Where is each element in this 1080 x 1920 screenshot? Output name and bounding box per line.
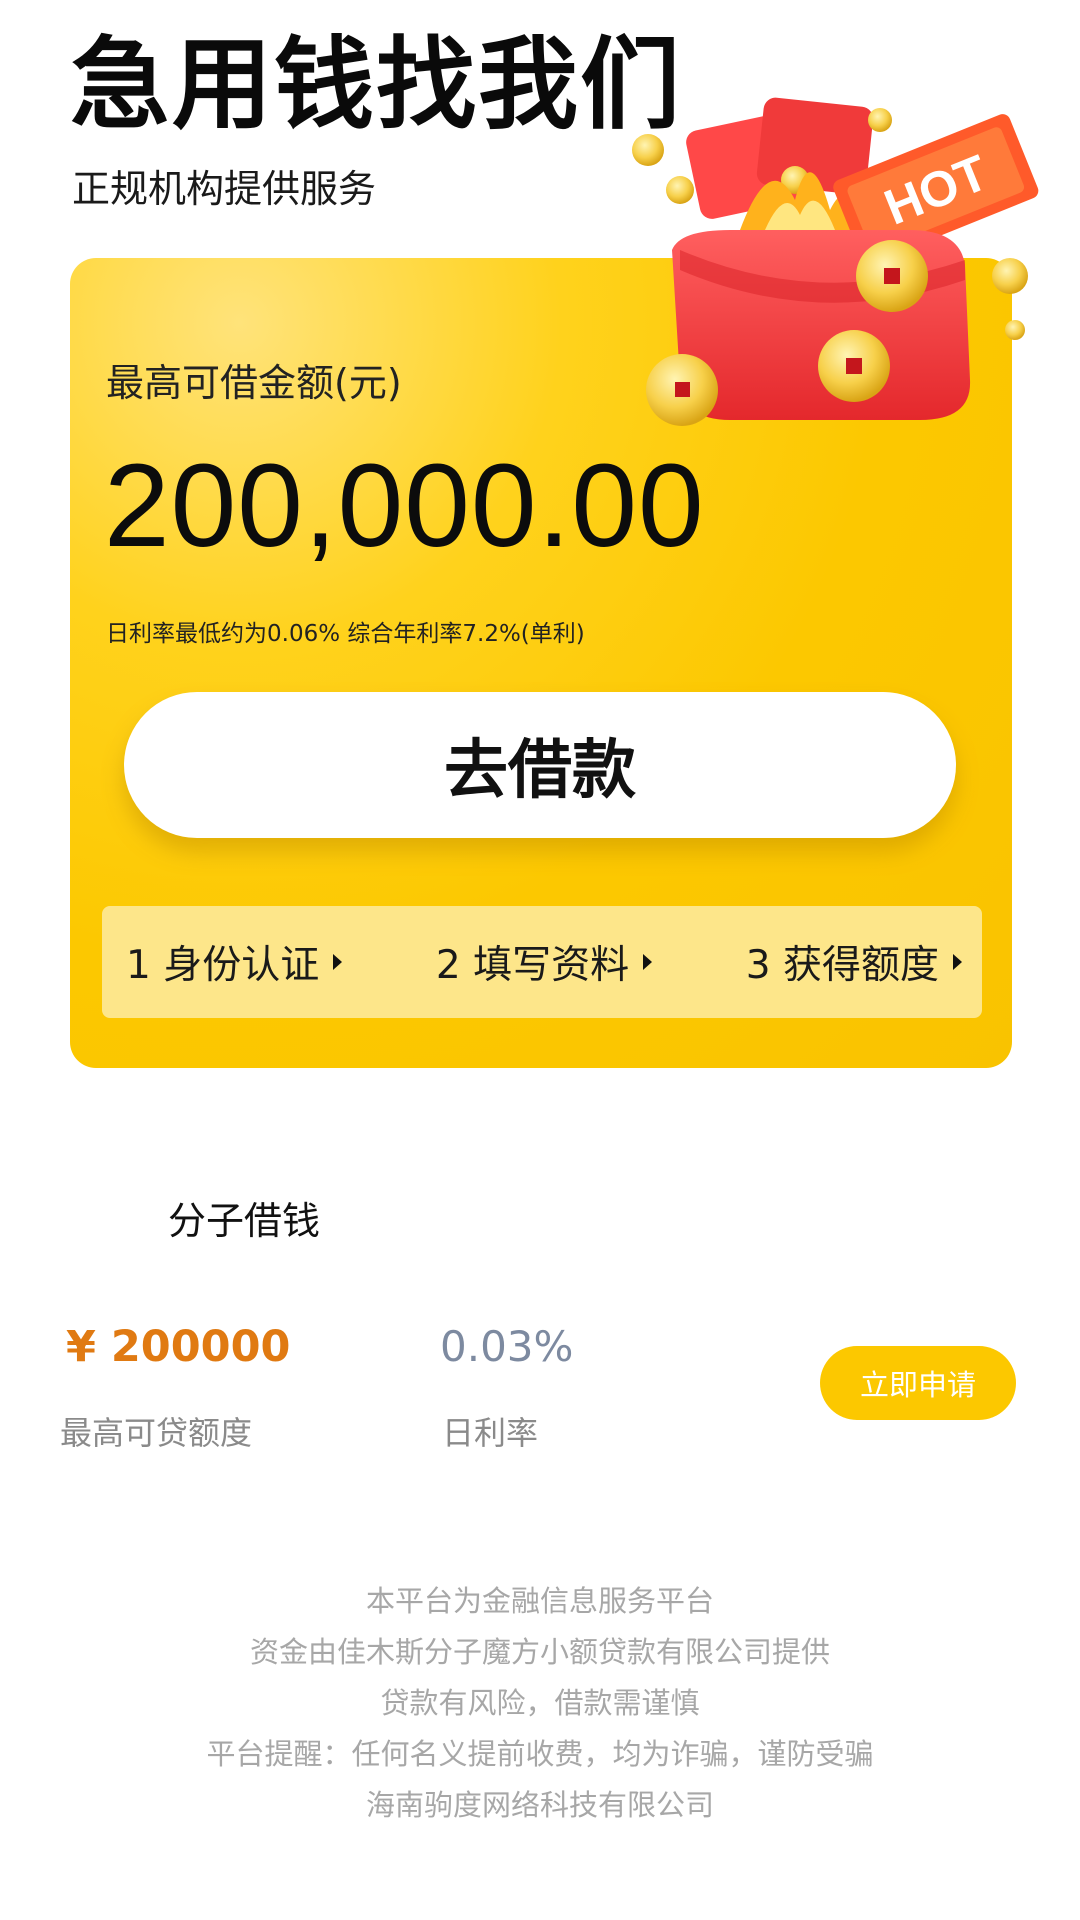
- footer-line: 平台提醒：任何名义提前收费，均为诈骗，谨防受骗: [206, 1737, 874, 1771]
- caret-right-icon: [953, 954, 962, 970]
- max-amount-value: 200,000.00: [104, 440, 705, 572]
- max-amount-label: 最高可借金额(元): [106, 361, 402, 405]
- step-identity: 1 身份认证: [126, 934, 343, 990]
- rate-note: 日利率最低约为0.06% 综合年利率7.2%(单利): [106, 621, 585, 647]
- footer-line: 海南驹度网络科技有限公司: [365, 1788, 714, 1822]
- page-subtitle: 正规机构提供服务: [72, 167, 377, 211]
- footer-line: 贷款有风险，借款需谨慎: [380, 1686, 700, 1720]
- product-max-amount: ¥ 200000: [66, 1322, 291, 1372]
- product-max-amount-label: 最高可贷额度: [60, 1414, 253, 1452]
- step-label: 3 获得额度: [745, 943, 939, 988]
- footer-disclaimer: 本平台为金融信息服务平台 资金由佳木斯分子魔方小额贷款有限公司提供 贷款有风险，…: [0, 1576, 1080, 1831]
- caret-right-icon: [643, 954, 653, 970]
- borrow-button[interactable]: 去借款: [124, 692, 956, 838]
- steps-bar: 1 身份认证 2 填写资料 3 获得额度: [102, 906, 982, 1018]
- footer-line: 资金由佳木斯分子魔方小额贷款有限公司提供: [249, 1635, 830, 1669]
- caret-right-icon: [333, 954, 343, 970]
- product-daily-rate: 0.03%: [440, 1322, 574, 1371]
- product-daily-rate-label: 日利率: [442, 1414, 539, 1452]
- apply-now-button[interactable]: 立即申请: [820, 1346, 1016, 1420]
- red-envelope-icon: HOT: [632, 97, 1039, 426]
- footer-line: 本平台为金融信息服务平台: [365, 1584, 714, 1618]
- step-quota: 3 获得额度: [746, 934, 962, 990]
- page-title: 急用钱找我们: [70, 26, 682, 143]
- step-label: 1 身份认证: [126, 943, 320, 988]
- step-info: 2 填写资料: [435, 934, 653, 990]
- product-name: 分子借钱: [168, 1199, 321, 1243]
- step-label: 2 填写资料: [435, 943, 630, 988]
